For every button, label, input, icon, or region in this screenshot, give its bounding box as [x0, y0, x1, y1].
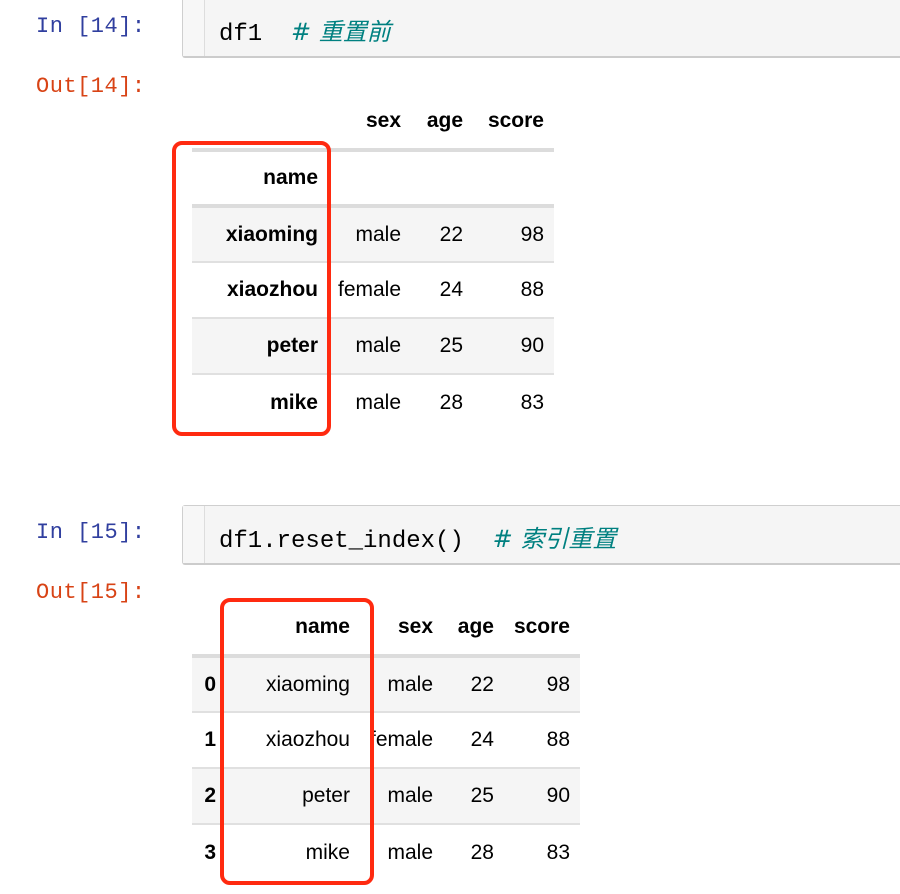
cell-sex: male	[387, 840, 434, 864]
table-row: xiaoming male 22 98	[192, 206, 554, 262]
cell-sex: male	[387, 672, 434, 696]
row-index: 2	[204, 784, 217, 807]
output-prompt-14: Out[14]:	[36, 74, 146, 99]
column-header: sex	[328, 94, 412, 152]
table-row: 3 mike male 28 83	[192, 824, 580, 880]
cell-age: 22	[439, 222, 464, 246]
cell-name: peter	[302, 784, 350, 807]
code-comment: # 重置前	[291, 18, 391, 46]
cell-sex: male	[355, 390, 402, 414]
row-index: mike	[270, 390, 318, 414]
empty-cell	[473, 150, 554, 208]
row-index: xiaozhou	[226, 278, 318, 301]
row-index: 0	[204, 672, 217, 696]
index-name-row: name	[192, 150, 554, 208]
column-header: score	[503, 600, 580, 658]
output-prompt-15: Out[15]:	[36, 580, 146, 605]
empty-cell	[328, 150, 412, 208]
cell-name: xiaozhou	[265, 728, 350, 751]
column-header: age	[443, 600, 504, 658]
cell-gutter	[183, 506, 205, 563]
cell-score: 88	[520, 278, 544, 301]
cell-age: 24	[470, 728, 494, 751]
cell-score: 90	[546, 784, 570, 807]
column-header: score	[473, 94, 554, 152]
cell-score: 88	[546, 728, 570, 751]
cell-score: 98	[520, 222, 544, 246]
cell-age: 25	[470, 784, 494, 807]
table-row: 2 peter male 25 90	[192, 768, 580, 824]
cell-age: 22	[470, 672, 494, 696]
table-row: xiaozhou female 24 88	[192, 262, 554, 318]
dataframe-output-14: sex age score name xiaoming male 22 98 x…	[192, 94, 554, 430]
code-line[interactable]: df1 # 重置前	[219, 12, 391, 48]
cell-gutter	[183, 0, 205, 56]
table-row: 0 xiaoming male 22 98	[192, 656, 580, 712]
cell-age: 24	[439, 278, 464, 301]
table-row: 1 xiaozhou female 24 88	[192, 712, 580, 768]
code-cell-14[interactable]: df1 # 重置前	[182, 0, 900, 58]
index-header-blank	[192, 94, 328, 152]
cell-age: 25	[439, 334, 464, 357]
index-header-blank	[192, 600, 221, 658]
table-row: mike male 28 83	[192, 374, 554, 430]
column-header: sex	[359, 600, 444, 658]
cell-score: 83	[520, 390, 544, 414]
header-row: sex age score	[192, 94, 554, 152]
cell-sex: male	[355, 222, 402, 246]
cell-score: 90	[520, 334, 544, 357]
column-header: name	[220, 600, 360, 658]
row-index: 1	[204, 728, 217, 751]
row-index: 3	[204, 840, 217, 864]
index-name-header: name	[192, 150, 328, 208]
code-cell-15[interactable]: df1.reset_index() # 索引重置	[182, 505, 900, 565]
row-index: xiaoming	[225, 222, 318, 246]
code-text: df1	[219, 21, 292, 48]
cell-age: 28	[439, 390, 464, 414]
cell-sex: male	[355, 334, 402, 357]
cell-sex: male	[387, 784, 434, 807]
cell-name: mike	[305, 840, 350, 864]
code-line[interactable]: df1.reset_index() # 索引重置	[219, 519, 616, 555]
table-row: peter male 25 90	[192, 318, 554, 374]
header-row: name sex age score	[192, 600, 580, 658]
input-prompt-15: In [15]:	[36, 520, 146, 545]
column-header: age	[411, 94, 474, 152]
input-prompt-14: In [14]:	[36, 14, 146, 39]
cell-age: 28	[470, 840, 494, 864]
cell-name: xiaoming	[265, 672, 350, 696]
dataframe-output-15: name sex age score 0 xiaoming male 22 98…	[192, 600, 580, 880]
code-text: df1.reset_index()	[219, 528, 493, 555]
cell-score: 98	[546, 672, 570, 696]
cell-sex: female	[369, 728, 434, 751]
cell-score: 83	[546, 840, 570, 864]
cell-sex: female	[338, 278, 402, 301]
row-index: peter	[266, 334, 318, 357]
empty-cell	[411, 150, 474, 208]
code-comment: # 索引重置	[492, 525, 617, 553]
